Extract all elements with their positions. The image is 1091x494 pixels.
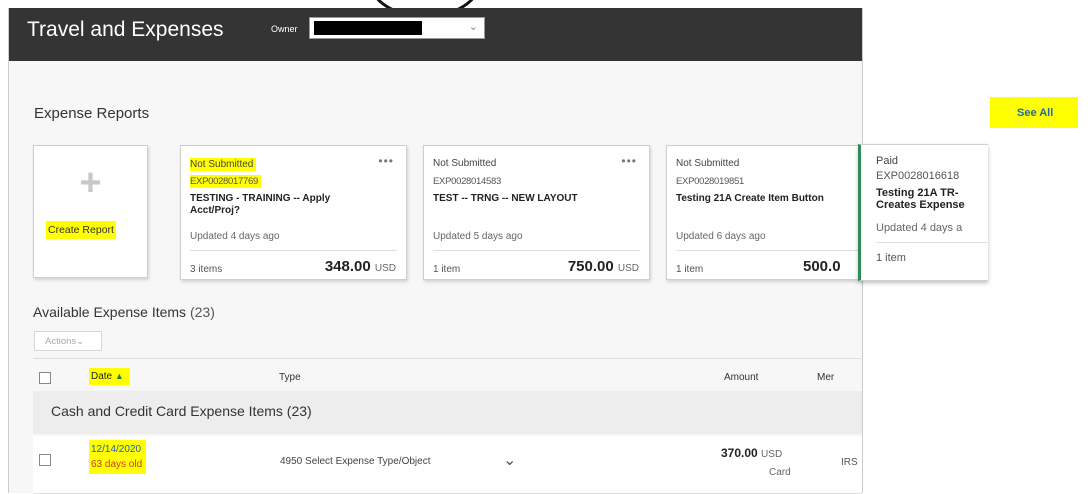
- table-divider: [33, 358, 861, 359]
- type-column-header[interactable]: Type: [279, 372, 301, 383]
- report-number: EXP0028016618: [876, 170, 960, 182]
- row-date-cell: 12/14/2020 63 days old: [89, 440, 147, 474]
- report-amount-wrap: 750.00 USD: [568, 258, 639, 275]
- report-amount: 348.00: [324, 258, 371, 275]
- report-updated: Updated 4 days ago: [190, 231, 280, 242]
- report-number: EXP0028019851: [676, 176, 744, 187]
- sort-ascending-icon: ▲: [114, 371, 124, 381]
- report-status: Not Submitted: [433, 158, 497, 169]
- row-date[interactable]: 12/14/2020: [91, 442, 142, 457]
- report-status: Paid: [876, 155, 899, 167]
- plus-icon: +: [79, 162, 102, 204]
- chevron-down-icon: ⌄: [468, 21, 478, 33]
- date-header-label: Date: [91, 371, 113, 382]
- group-label: Cash and Credit Card Expense Items: [51, 403, 283, 419]
- card-divider: [190, 250, 397, 251]
- report-currency: USD: [617, 263, 639, 274]
- group-header-row[interactable]: Cash and Credit Card Expense Items (23): [33, 391, 862, 434]
- row-amount-wrap: 370.00 USD: [721, 446, 782, 460]
- more-options-icon[interactable]: •••: [378, 154, 394, 168]
- report-item-count: 1 item: [876, 252, 906, 264]
- report-updated: Updated 5 days ago: [433, 231, 523, 242]
- report-amount-wrap: 348.00 USD: [325, 258, 396, 275]
- owner-select[interactable]: ⌄: [309, 17, 485, 39]
- report-amount: 500.0: [803, 258, 841, 275]
- report-updated: Updated 4 days a: [876, 222, 963, 234]
- app-title: Travel and Expenses: [27, 18, 224, 41]
- actions-label: Actions: [45, 336, 77, 347]
- report-name: TEST -- TRNG -- NEW LAYOUT: [433, 193, 578, 204]
- group-title-wrap: Cash and Credit Card Expense Items (23): [51, 403, 312, 419]
- chevron-down-icon: ⌄: [76, 336, 85, 347]
- report-name: Testing 21A TR-Creates Expense: [876, 187, 965, 211]
- report-item-count: 1 item: [433, 264, 461, 275]
- date-column-header[interactable]: Date ▲: [89, 368, 130, 385]
- report-name: TESTING - TRAINING -- Apply Acct/Proj?: [190, 193, 331, 216]
- expand-row-icon[interactable]: ⌄: [503, 450, 516, 470]
- report-number: EXP0028014583: [433, 176, 501, 187]
- group-count: (23): [286, 403, 312, 419]
- row-age: 63 days old: [91, 459, 143, 470]
- card-divider: [433, 250, 640, 251]
- report-item-count: 3 items: [190, 264, 223, 275]
- create-report-card[interactable]: + Create Report: [33, 145, 148, 278]
- owner-label: Owner: [271, 24, 298, 34]
- available-items-title-wrap: Available Expense Items (23): [33, 304, 215, 320]
- table-row[interactable]: 12/14/2020 63 days old 4950 Select Expen…: [33, 436, 862, 494]
- actions-button[interactable]: Actions⌄: [34, 331, 102, 351]
- report-card-paid[interactable]: Paid EXP0028016618 Testing 21A TR-Create…: [858, 144, 988, 281]
- card-divider: [676, 250, 862, 251]
- report-number: EXP0028017769: [190, 175, 261, 188]
- report-card[interactable]: Not Submitted EXP0028019851 Testing 21A …: [666, 145, 862, 280]
- card-divider: [876, 242, 988, 243]
- amount-column-header[interactable]: Amount: [724, 372, 758, 383]
- merchant-column-header[interactable]: Mer: [817, 372, 834, 383]
- report-card[interactable]: Not Submitted EXP0028014583 ••• TEST -- …: [423, 145, 650, 280]
- create-report-label: Create Report: [46, 221, 116, 239]
- report-currency: USD: [374, 263, 396, 274]
- row-merchant: IRS: [841, 457, 858, 468]
- report-updated: Updated 6 days ago: [676, 231, 766, 242]
- app-window: Travel and Expenses Owner ⌄ Expense Repo…: [8, 8, 863, 494]
- row-currency: USD: [761, 449, 783, 460]
- report-name: Testing 21A Create Item Button: [676, 193, 824, 204]
- expense-reports-title: Expense Reports: [34, 105, 150, 122]
- report-status: Not Submitted: [190, 158, 257, 171]
- app-header: Travel and Expenses Owner ⌄: [9, 8, 862, 61]
- row-checkbox[interactable]: [39, 454, 51, 466]
- owner-redacted-value: [314, 21, 422, 35]
- see-all-link[interactable]: See All: [990, 97, 1078, 128]
- report-card[interactable]: Not Submitted EXP0028017769 ••• TESTING …: [180, 145, 407, 280]
- row-amount: 370.00: [721, 446, 758, 460]
- report-item-count: 1 item: [676, 264, 704, 275]
- available-items-title: Available Expense Items: [33, 304, 187, 320]
- row-type: 4950 Select Expense Type/Object: [280, 456, 431, 467]
- select-all-checkbox[interactable]: [39, 372, 51, 384]
- report-status: Not Submitted: [676, 158, 740, 169]
- row-payment: Card: [769, 467, 791, 478]
- more-options-icon[interactable]: •••: [621, 154, 637, 168]
- report-amount: 750.00: [567, 258, 614, 275]
- available-items-count: (23): [189, 304, 215, 320]
